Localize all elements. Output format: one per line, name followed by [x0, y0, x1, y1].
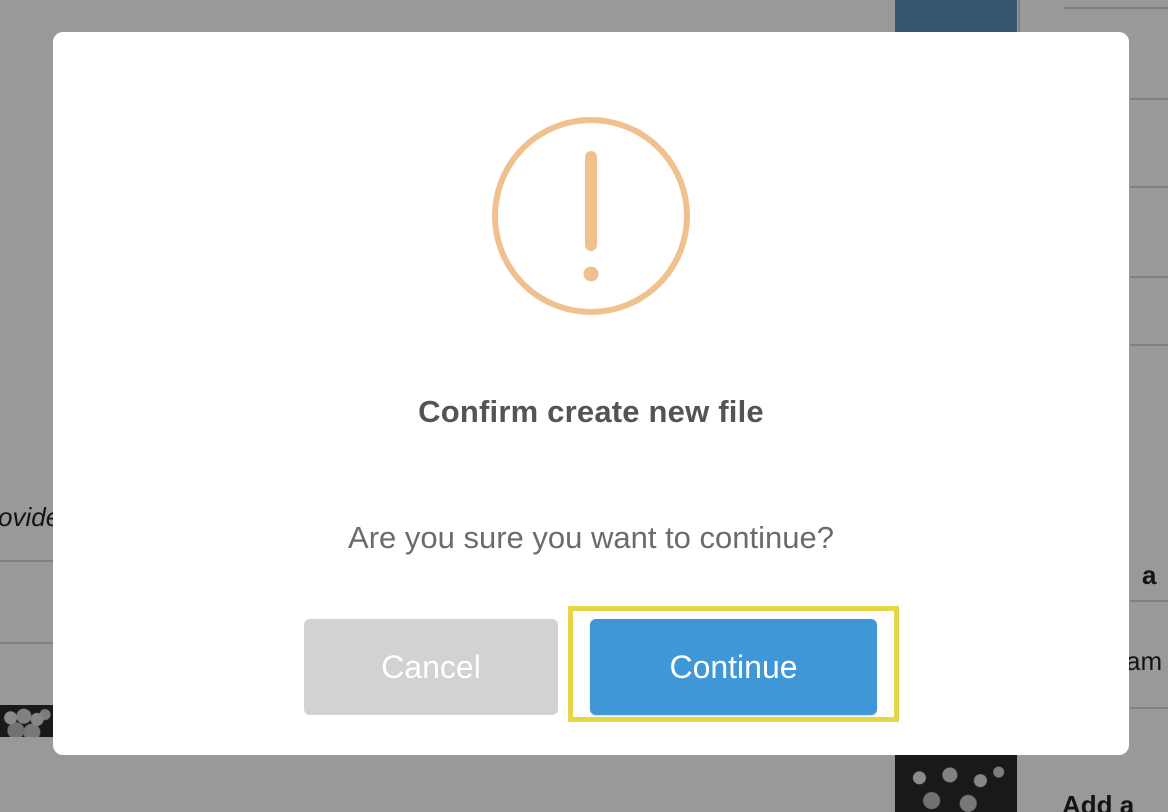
cancel-button[interactable]: Cancel [304, 619, 558, 715]
page: ovide a am Add a Confirm create new file… [0, 0, 1168, 812]
confirm-dialog: Confirm create new file Are you sure you… [53, 32, 1129, 755]
exclamation-circle-icon [492, 117, 690, 315]
continue-button[interactable]: Continue [590, 619, 877, 715]
dialog-message: Are you sure you want to continue? [348, 520, 834, 555]
dialog-title: Confirm create new file [418, 394, 764, 429]
